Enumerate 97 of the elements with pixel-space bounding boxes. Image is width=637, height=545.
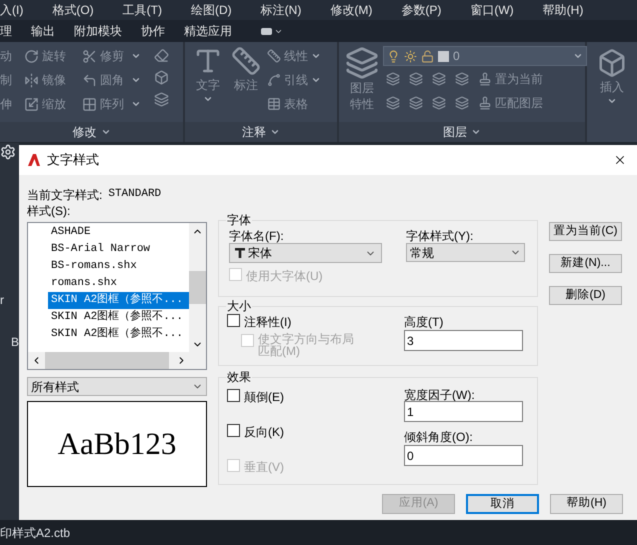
- eraser-icon[interactable]: [154, 48, 169, 63]
- font-style-dropdown[interactable]: 常规: [406, 243, 525, 262]
- side-button[interactable]: 新建(N)...: [549, 254, 622, 273]
- ribbon-tab[interactable]: 协作: [141, 22, 165, 40]
- corner-arrow-icon: [82, 72, 97, 88]
- panel-caret-icon: [270, 127, 280, 137]
- style-item[interactable]: BS-Arial Narrow: [48, 241, 189, 258]
- layer-tool-icon[interactable]: [432, 96, 446, 110]
- scale-icon: [24, 96, 39, 112]
- menu-item[interactable]: 入(I): [0, 1, 24, 19]
- status-text: 印样式A2.ctb: [0, 524, 70, 542]
- side-label: r: [0, 292, 5, 309]
- rotate-icon: [24, 48, 39, 64]
- dimension-icon: [231, 46, 261, 76]
- field-label: 字体样式(Y):: [406, 228, 474, 242]
- panel-caret-icon: [100, 127, 110, 137]
- current-style-value: STANDARD: [108, 187, 162, 202]
- ribbon-tab[interactable]: 理: [0, 22, 12, 40]
- checkbox-label: 垂直(V): [244, 459, 284, 476]
- checkbox-label: 使用大字体(U): [246, 268, 323, 285]
- preview-text: AaBb123: [58, 424, 176, 463]
- panel-caret-icon: [471, 127, 481, 137]
- checkbox[interactable]: [227, 424, 240, 437]
- menu-item[interactable]: 绘图(D): [190, 1, 232, 19]
- style-item[interactable]: ASHADE: [48, 224, 189, 241]
- side-label: B: [11, 334, 19, 351]
- settings-icon[interactable]: [0, 144, 16, 160]
- layer-tool-icon[interactable]: [409, 96, 423, 110]
- ribbon-tab[interactable]: 附加模块: [74, 22, 122, 40]
- style-filter-dropdown[interactable]: 所有样式: [27, 377, 207, 396]
- layers-icon: [345, 46, 379, 80]
- mirror-icon: [24, 72, 39, 88]
- panel-title[interactable]: 修改: [0, 122, 183, 142]
- caret-icon: [573, 51, 583, 61]
- width-factor-field[interactable]: 1: [404, 401, 523, 422]
- panel-title[interactable]: 注释: [185, 122, 337, 142]
- unlock-icon: [421, 50, 434, 62]
- style-item[interactable]: SKIN A2图框（参照不...: [48, 309, 189, 326]
- field-label: 宽度因子(W):: [404, 387, 476, 401]
- menu-item[interactable]: 帮助(H): [542, 1, 584, 19]
- layer-tool-icon[interactable]: [386, 96, 400, 110]
- layer-tool-icon[interactable]: [455, 96, 469, 110]
- sun-icon: [404, 50, 417, 62]
- linear-icon: [267, 49, 281, 63]
- menu-item[interactable]: 修改(M): [330, 1, 372, 19]
- menu-item[interactable]: 参数(P): [401, 1, 442, 19]
- checkbox-label: 使文字方向与布局匹配(M): [258, 333, 355, 357]
- menu-item[interactable]: 窗口(W): [470, 1, 514, 19]
- style-item[interactable]: romans.shx: [48, 275, 189, 292]
- ribbon-tab[interactable]: 输出: [31, 22, 55, 40]
- ribbon-toggle-icon[interactable]: [261, 26, 283, 36]
- checkbox[interactable]: [227, 314, 240, 327]
- layer-tool-icon[interactable]: [455, 72, 469, 86]
- side-button[interactable]: 删除(D): [549, 286, 622, 305]
- menu-item[interactable]: 格式(O): [52, 1, 94, 19]
- menu-item[interactable]: 工具(T): [122, 1, 162, 19]
- ribbon-tab[interactable]: 精选应用: [184, 22, 232, 40]
- grid-icon: [82, 96, 97, 112]
- layer-tool-icon[interactable]: [432, 72, 446, 86]
- styles-label: 样式(S):: [27, 203, 72, 218]
- checkbox[interactable]: [227, 389, 240, 402]
- checkbox-label: 注释性(I): [244, 314, 292, 331]
- app-logo-icon: [27, 153, 41, 167]
- close-icon[interactable]: [613, 153, 627, 167]
- group-title: 效果: [226, 371, 252, 384]
- field-label: 字体名(F):: [229, 228, 285, 242]
- block-icon: [597, 48, 627, 78]
- current-style-label: 当前文字样式:: [27, 187, 102, 202]
- style-item[interactable]: BS-romans.shx: [48, 258, 189, 275]
- field-label: 倾斜角度(O):: [404, 429, 474, 445]
- layer-tool-icon[interactable]: [409, 72, 423, 86]
- font-name-dropdown[interactable]: 宋体: [229, 243, 382, 263]
- menu-item[interactable]: 标注(N): [260, 1, 302, 19]
- truetype-icon: [235, 248, 245, 258]
- dialog-button[interactable]: 取消: [466, 494, 539, 514]
- vertical-scrollbar[interactable]: [189, 223, 206, 352]
- side-button[interactable]: 置为当前(C): [549, 222, 622, 241]
- checkbox-label: 反向(K): [244, 424, 284, 441]
- table-icon: [267, 97, 281, 111]
- color-swatch: [438, 50, 449, 62]
- scissors-icon: [82, 48, 97, 64]
- style-item[interactable]: SKIN A2图框（参照不...: [48, 292, 189, 309]
- window-title: 文字样式: [47, 151, 99, 170]
- group-title: 大小: [226, 300, 252, 313]
- lightbulb-icon: [387, 50, 400, 62]
- group-title: 字体: [226, 214, 252, 227]
- oblique-angle-field[interactable]: 0: [404, 445, 523, 466]
- height-field[interactable]: 3: [404, 330, 523, 351]
- leader-icon: [267, 73, 281, 87]
- cube-icon[interactable]: [154, 70, 169, 85]
- style-item[interactable]: SKIN A2图框（参照不...: [48, 326, 189, 343]
- layer-tool-icon[interactable]: [386, 72, 400, 86]
- dialog-button[interactable]: 帮助(H): [550, 494, 623, 514]
- field-label: 高度(T): [404, 314, 444, 330]
- checkbox-label: 颠倒(E): [244, 389, 284, 406]
- horizontal-scrollbar[interactable]: [28, 352, 206, 369]
- panel-title[interactable]: 图层: [339, 122, 585, 142]
